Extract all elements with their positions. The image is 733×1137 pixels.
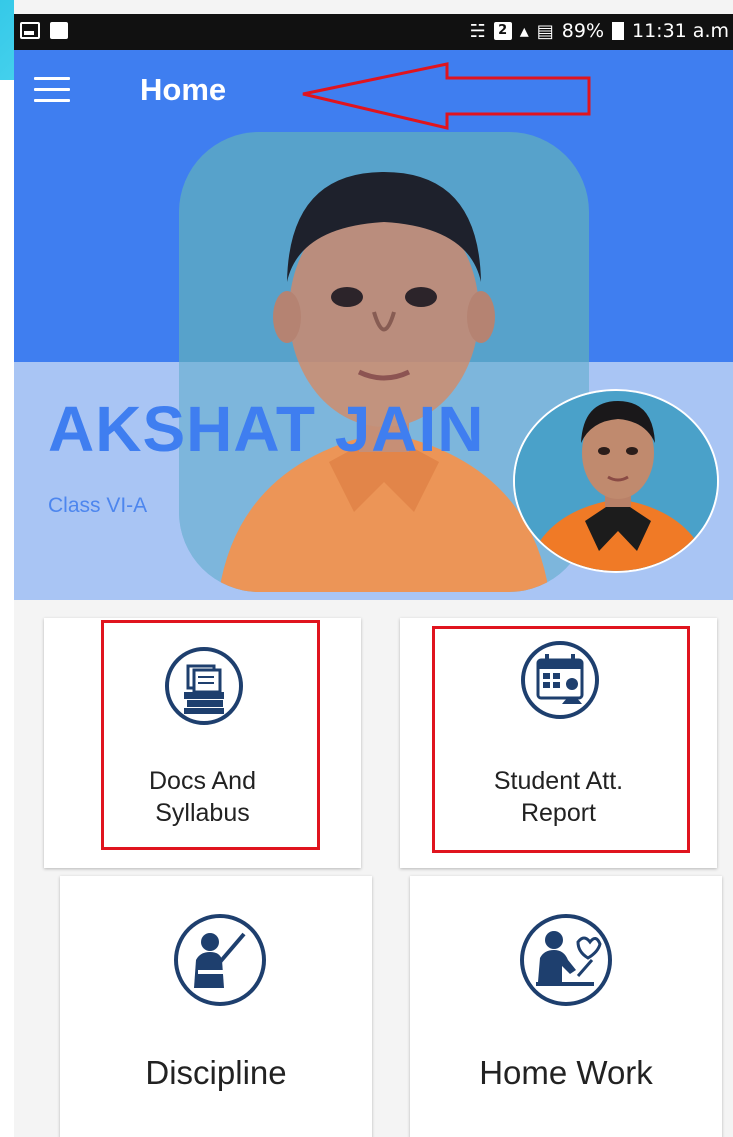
hamburger-menu-icon[interactable] [34, 77, 70, 103]
docs-label-line1: Docs And [148, 767, 256, 795]
student-attendance-report-tile[interactable]: Student Att. Report [400, 618, 717, 868]
books-icon [165, 647, 243, 725]
status-right-icons: ☵ 2 ▴ ▤ 89% 11:31 a.m [470, 20, 729, 42]
discipline-label: Discipline [145, 1054, 287, 1091]
battery-icon [612, 22, 624, 40]
calendar-report-icon [521, 641, 599, 719]
attendance-label-line2: Report [520, 799, 597, 827]
home-work-label: Home Work [479, 1054, 653, 1091]
student-name: AKSHAT JAIN [48, 393, 485, 465]
student-class: Class VI-A [48, 494, 148, 517]
no-signal-icon: ▴ [519, 20, 529, 42]
attendance-label-line1: Student Att. [493, 767, 624, 795]
sd-card-icon [50, 22, 68, 39]
avatar[interactable] [513, 389, 719, 573]
teacher-pointer-icon [174, 914, 266, 1006]
phone-screen: ☵ 2 ▴ ▤ 89% 11:31 a.m Home AKSHAT JAIN C… [14, 0, 733, 1137]
signal-icon: ▤ [536, 20, 554, 42]
page-title: Home [140, 72, 227, 107]
status-left-icons [20, 22, 68, 39]
docs-and-syllabus-tile[interactable]: Docs And Syllabus [44, 618, 361, 868]
docs-label-line2: Syllabus [155, 799, 250, 827]
student-writing-icon [520, 914, 612, 1006]
annotation-arrow [302, 62, 591, 130]
discipline-tile[interactable]: Discipline [60, 876, 372, 1137]
clock: 11:31 a.m [632, 20, 729, 42]
sim-slot-icon: 2 [493, 22, 512, 40]
wifi-icon: ☵ [469, 20, 486, 42]
status-bar: ☵ 2 ▴ ▤ 89% 11:31 a.m [14, 14, 733, 50]
battery-percent: 89% [561, 20, 604, 42]
home-work-tile[interactable]: Home Work [410, 876, 722, 1137]
screenshot-icon [20, 22, 40, 39]
